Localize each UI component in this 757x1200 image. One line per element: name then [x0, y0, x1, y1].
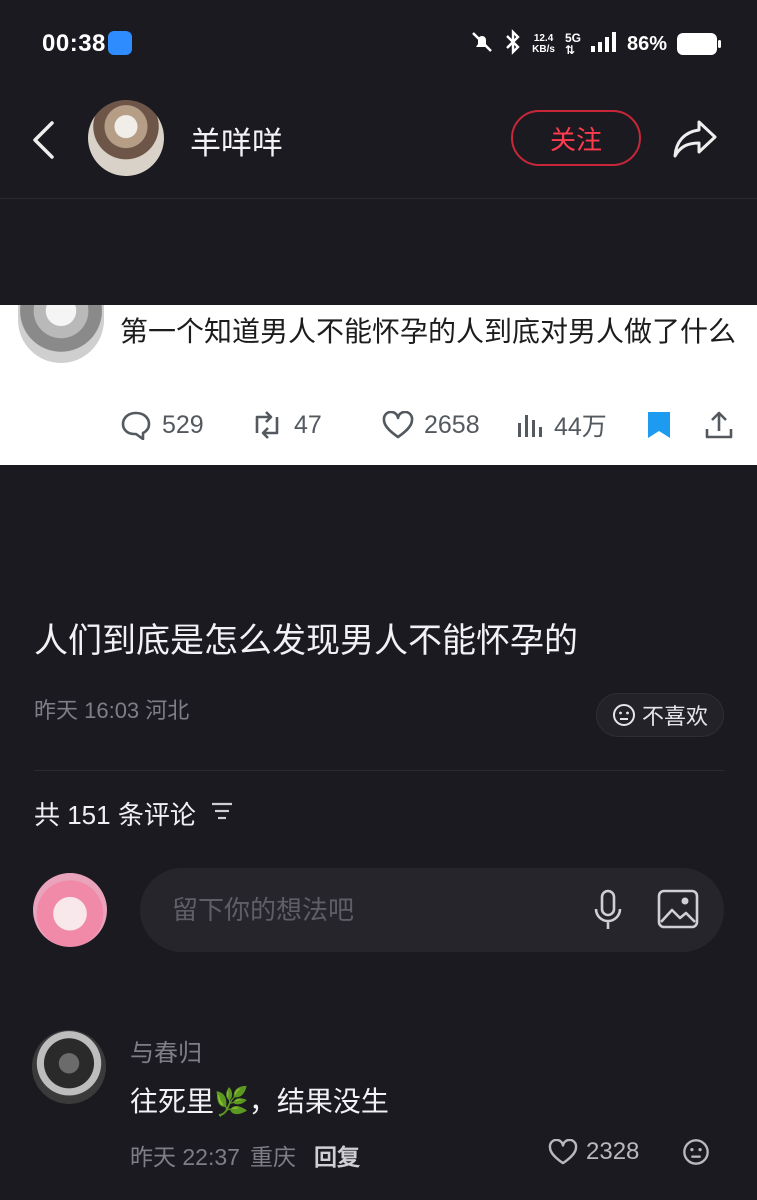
status-bar: 00:38 12.4 KB/s 5G ⇅ 86% [0, 0, 757, 90]
sort-filter-icon[interactable] [210, 798, 234, 829]
comment-dislike-button[interactable] [680, 1136, 712, 1168]
share-arrow-icon [673, 120, 717, 158]
reply-bubble-icon [121, 411, 151, 440]
mute-bell-icon [470, 30, 494, 59]
tweet-retweets: 47 [250, 403, 322, 447]
signal-icon [590, 31, 617, 57]
network-speed-value: 12.4 [533, 33, 554, 44]
network-speed-unit: KB/s [532, 44, 555, 55]
author-avatar[interactable] [88, 100, 164, 176]
comment-input[interactable] [140, 868, 724, 952]
dislike-label: 不喜欢 [641, 704, 708, 729]
comment-like-button[interactable]: 2328 [548, 1134, 639, 1170]
network-type: 5G ⇅ [565, 32, 581, 56]
retweet-icon [255, 411, 279, 439]
arrows-icon: ⇅ [564, 43, 576, 57]
battery-icon [677, 33, 721, 55]
reply-button[interactable]: 回复 [314, 1138, 360, 1172]
tweet-views: 44万 [516, 403, 607, 447]
status-indicators: 12.4 KB/s 5G ⇅ 86% [470, 28, 721, 60]
comment-like-count: 2328 [586, 1138, 640, 1165]
bluetooth-icon [504, 28, 522, 60]
app-notification-icon [108, 31, 132, 55]
upload-share-icon [704, 403, 734, 447]
status-time: 00:38 [42, 30, 106, 57]
neutral-face-icon [683, 1139, 709, 1165]
back-button[interactable] [22, 112, 64, 168]
battery-percent: 86% [626, 32, 667, 55]
comment-text: 往死里🌿，结果没生 [130, 1086, 389, 1117]
image-upload-button[interactable] [656, 887, 700, 931]
tweet-replies-count: 529 [162, 410, 204, 439]
heart-icon [382, 411, 414, 439]
comment-location: 重庆 [249, 1144, 296, 1170]
image-icon [657, 889, 699, 929]
tweet-retweets-count: 47 [294, 410, 322, 439]
comment-username[interactable]: 与春归 [130, 1033, 202, 1068]
comment-time: 昨天 22:37 [130, 1144, 240, 1170]
divider [34, 770, 724, 771]
tweet-replies: 529 [120, 403, 204, 447]
my-avatar [33, 873, 107, 947]
tweet-avatar [18, 305, 104, 363]
heart-icon [548, 1139, 578, 1165]
embedded-tweet-image: 第一个知道男人不能怀孕的人到底对男人做了什么 529 47 2658 44万 [0, 305, 757, 465]
post-title: 人们到底是怎么发现男人不能怀孕的 [34, 622, 578, 660]
chevron-left-icon [33, 121, 54, 159]
comment-avatar[interactable] [32, 1030, 106, 1104]
voice-input-button[interactable] [590, 888, 626, 932]
microphone-icon [594, 889, 622, 929]
tweet-likes: 2658 [382, 403, 480, 447]
bookmark-icon [646, 403, 672, 447]
views-chart-icon [518, 415, 542, 437]
share-button[interactable] [668, 112, 722, 166]
network-speed: 12.4 KB/s [532, 33, 555, 55]
post-meta: 昨天 16:03 河北 [34, 698, 190, 723]
comment-meta: 昨天 22:37 重庆 回复 [130, 1138, 360, 1172]
follow-button[interactable]: 关注 [511, 110, 641, 166]
neutral-face-icon [612, 704, 635, 726]
tweet-views-count: 44万 [554, 413, 607, 441]
tweet-text: 第一个知道男人不能怀孕的人到底对男人做了什么 [120, 316, 737, 347]
comment-count-label: 共 151 条评论 [34, 800, 196, 830]
tweet-likes-count: 2658 [424, 410, 480, 439]
tweet-action-bar: 529 47 2658 44万 [120, 403, 740, 447]
author-username[interactable]: 羊咩咩 [190, 118, 283, 163]
comment-count-header: 共 151 条评论 [34, 795, 234, 832]
dislike-button[interactable]: 不喜欢 [596, 693, 724, 737]
